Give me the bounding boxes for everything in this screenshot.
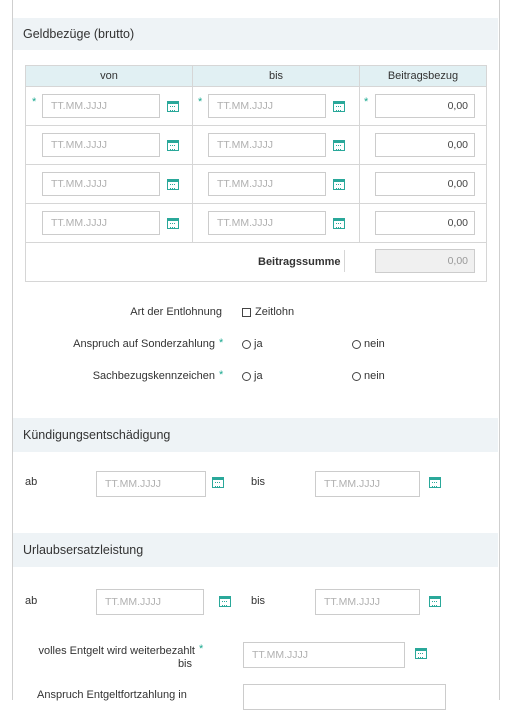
sachbezug-nein-radio[interactable]	[352, 372, 361, 381]
beitragsbezug-input[interactable]: 0,00	[375, 172, 475, 196]
beitragssumme-label: Beitragssumme	[258, 256, 341, 268]
column-header-bis: bis	[192, 65, 360, 87]
section-header-kuendigung: Kündigungsentschädigung	[13, 418, 498, 452]
calendar-icon[interactable]	[212, 477, 224, 488]
anspruch-entgeltfortzahlung-label: Anspruch Entgeltfortzahlung in	[37, 689, 187, 701]
beitragssumme-value: 0,00	[375, 249, 475, 273]
von-date-input[interactable]: TT.MM.JJJJ	[42, 133, 160, 157]
radio-ja-label: ja	[254, 338, 263, 350]
calendar-icon[interactable]	[429, 596, 441, 607]
section-header-geldbezuege: Geldbezüge (brutto)	[13, 18, 498, 50]
calendar-icon[interactable]	[167, 218, 179, 229]
required-asterisk: *	[198, 96, 203, 108]
sonderzahlung-nein-radio[interactable]	[352, 340, 361, 349]
kuendigung-bis-date-input[interactable]: TT.MM.JJJJ	[315, 471, 420, 497]
urlaub-bis-date-input[interactable]: TT.MM.JJJJ	[315, 589, 420, 615]
calendar-icon[interactable]	[333, 218, 345, 229]
sonderzahlung-label: Anspruch auf Sonderzahlung	[73, 338, 215, 350]
von-date-input[interactable]: TT.MM.JJJJ	[42, 94, 160, 118]
required-asterisk: *	[199, 643, 204, 655]
volles-entgelt-label: volles Entgelt wird weiterbezahlt	[38, 645, 195, 657]
bis-date-input[interactable]: TT.MM.JJJJ	[208, 211, 326, 235]
sachbezugskennzeichen-label: Sachbezugskennzeichen	[92, 370, 215, 382]
bis-date-input[interactable]: TT.MM.JJJJ	[208, 133, 326, 157]
radio-nein-label: nein	[364, 338, 385, 350]
radio-ja-label: ja	[254, 370, 263, 382]
beitragsbezug-input[interactable]: 0,00	[375, 133, 475, 157]
calendar-icon[interactable]	[167, 101, 179, 112]
zeitlohn-label: Zeitlohn	[255, 306, 295, 318]
required-asterisk: *	[219, 337, 224, 349]
anspruch-entgeltfortzahlung-input[interactable]	[243, 684, 446, 710]
calendar-icon[interactable]	[429, 477, 441, 488]
bis-date-input[interactable]: TT.MM.JJJJ	[208, 94, 326, 118]
calendar-icon[interactable]	[333, 101, 345, 112]
von-date-input[interactable]: TT.MM.JJJJ	[42, 211, 160, 235]
section-title: Geldbezüge (brutto)	[23, 27, 135, 41]
section-header-urlaubsersatz: Urlaubsersatzleistung	[13, 533, 498, 567]
section-title: Urlaubsersatzleistung	[23, 543, 144, 557]
calendar-icon[interactable]	[219, 596, 231, 607]
column-header-von: von	[25, 65, 193, 87]
zeitlohn-checkbox[interactable]	[242, 308, 251, 317]
calendar-icon[interactable]	[333, 140, 345, 151]
bis-date-input[interactable]: TT.MM.JJJJ	[208, 172, 326, 196]
column-header-beitragsbezug: Beitragsbezug	[359, 65, 487, 87]
required-asterisk: *	[32, 96, 37, 108]
volles-entgelt-bis-label: bis	[177, 658, 192, 670]
beitragsbezug-input[interactable]: 0,00	[375, 94, 475, 118]
sonderzahlung-ja-radio[interactable]	[242, 340, 251, 349]
urlaub-ab-date-input[interactable]: TT.MM.JJJJ	[96, 589, 204, 615]
required-asterisk: *	[364, 96, 369, 108]
kuendigung-ab-date-input[interactable]: TT.MM.JJJJ	[96, 471, 206, 497]
ab-label: ab	[25, 476, 38, 488]
beitragsbezug-input[interactable]: 0,00	[375, 211, 475, 235]
ab-label: ab	[25, 595, 38, 607]
required-asterisk: *	[219, 369, 224, 381]
art-der-entlohnung-label: Art der Entlohnung	[130, 306, 222, 318]
divider	[344, 250, 345, 272]
calendar-icon[interactable]	[167, 140, 179, 151]
bis-label: bis	[251, 595, 266, 607]
bis-label: bis	[251, 476, 266, 488]
section-title: Kündigungsentschädigung	[23, 428, 171, 442]
calendar-icon[interactable]	[333, 179, 345, 190]
von-date-input[interactable]: TT.MM.JJJJ	[42, 172, 160, 196]
calendar-icon[interactable]	[167, 179, 179, 190]
volles-entgelt-date-input[interactable]: TT.MM.JJJJ	[243, 642, 405, 668]
radio-nein-label: nein	[364, 370, 385, 382]
sachbezug-ja-radio[interactable]	[242, 372, 251, 381]
calendar-icon[interactable]	[415, 648, 427, 659]
